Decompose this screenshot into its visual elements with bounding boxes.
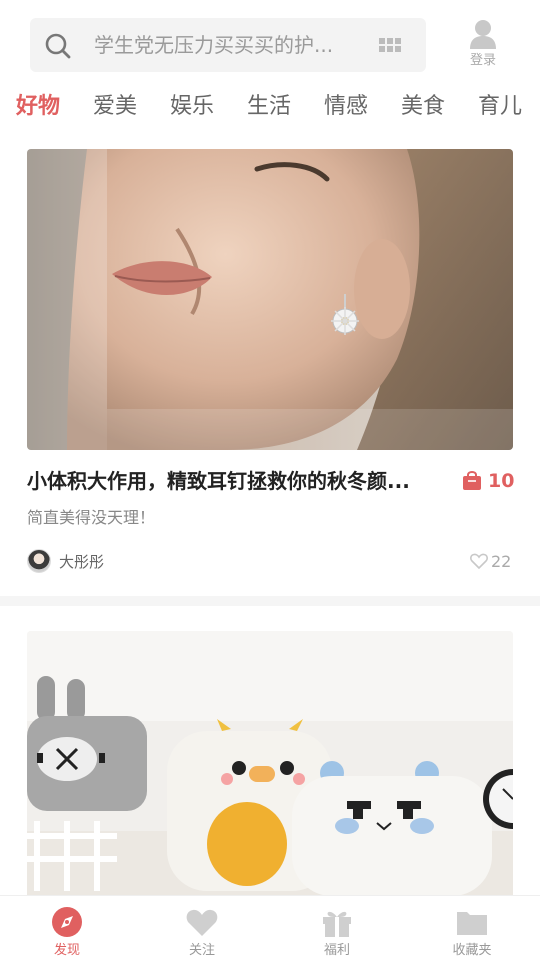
bottom-navigation: 发现 关注 福利 收藏夹: [0, 895, 540, 965]
feed-card-subtitle: 简直美得没天理！: [27, 508, 156, 527]
search-bar[interactable]: 学生党无压力买买买的护...: [30, 18, 426, 72]
search-placeholder: 学生党无压力买买买的护...: [94, 33, 334, 57]
shopping-bag-icon: [463, 471, 481, 490]
tab-aimei[interactable]: 爱美: [93, 92, 137, 122]
like-count: 22: [491, 551, 512, 571]
gift-icon: [323, 911, 351, 937]
compass-icon: [52, 907, 82, 937]
tab-qinggan[interactable]: 情感: [324, 92, 368, 122]
login-button[interactable]: 登录: [458, 18, 508, 72]
nav-favorites[interactable]: 收藏夹: [432, 906, 512, 960]
feed-card-title[interactable]: 小体积大作用，精致耳钉拯救你的秋冬颜...: [27, 466, 452, 496]
plush-pencil-cases-photo: [27, 631, 513, 901]
product-count: 10: [488, 470, 515, 492]
feed-card-image[interactable]: [27, 149, 513, 450]
heart-icon: [186, 909, 218, 936]
author-name: 大彤彤: [59, 552, 105, 571]
heart-outline-icon: [470, 553, 488, 569]
product-count-badge: 10: [462, 466, 514, 496]
category-tabs: 好物 爱美 娱乐 生活 情感 美食 育儿: [0, 82, 540, 132]
nav-favorites-label: 收藏夹: [452, 943, 492, 958]
like-button[interactable]: 22: [470, 548, 511, 574]
nav-welfare[interactable]: 福利: [297, 906, 377, 960]
tab-meishi[interactable]: 美食: [401, 92, 445, 122]
tab-shenghuo[interactable]: 生活: [247, 92, 291, 122]
avatar: [27, 549, 51, 573]
user-icon: [470, 20, 496, 49]
nav-follow-label: 关注: [188, 943, 215, 958]
feed-card-image[interactable]: [27, 631, 513, 901]
nav-discover-label: 发现: [53, 943, 80, 958]
tab-yuer[interactable]: 育儿: [478, 92, 522, 122]
feed-divider: [0, 596, 540, 606]
tab-haowu[interactable]: 好物: [16, 92, 60, 122]
header: 学生党无压力买买买的护... 登录: [0, 0, 540, 82]
folder-icon: [457, 912, 487, 935]
woman-earring-photo: [27, 149, 513, 450]
feed-card-author[interactable]: 大彤彤: [27, 548, 104, 574]
search-icon: [45, 33, 71, 59]
category-grid-icon[interactable]: [378, 35, 402, 55]
tab-yule[interactable]: 娱乐: [170, 92, 214, 122]
login-label: 登录: [469, 53, 496, 68]
nav-discover[interactable]: 发现: [27, 906, 107, 960]
nav-follow[interactable]: 关注: [162, 906, 242, 960]
nav-welfare-label: 福利: [323, 943, 350, 958]
